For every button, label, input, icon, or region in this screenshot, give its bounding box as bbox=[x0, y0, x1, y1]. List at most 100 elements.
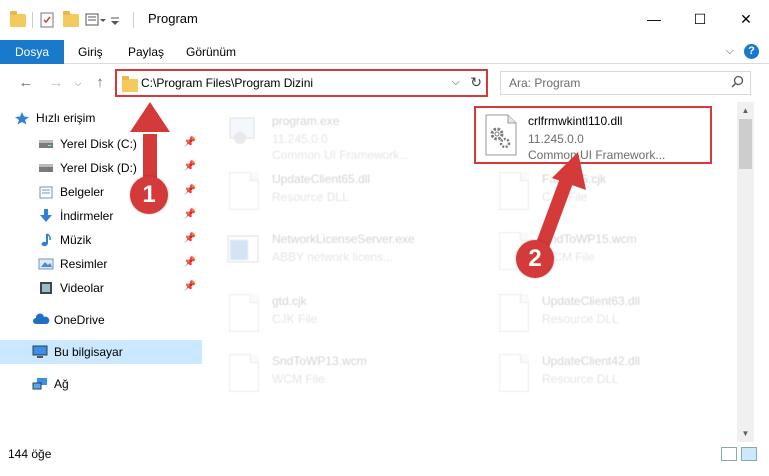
sidebar-item-network[interactable]: Ağ bbox=[0, 372, 202, 396]
exe-icon bbox=[226, 112, 262, 156]
help-icon[interactable]: ? bbox=[744, 44, 759, 59]
tiles-view-icon[interactable] bbox=[741, 447, 757, 461]
refresh-icon[interactable]: ↻ bbox=[470, 74, 482, 91]
view-toggle bbox=[721, 447, 757, 461]
cloud-icon bbox=[32, 313, 50, 327]
file-item[interactable]: Fasdsd5.cjk CJK File bbox=[476, 164, 716, 220]
tab-share[interactable]: Paylaş bbox=[118, 40, 174, 64]
highlighted-file[interactable]: crlfrmwkintl110.dll 11.245.0.0 Common UI… bbox=[474, 106, 712, 164]
file-name: SndToWP15.wcm bbox=[542, 232, 637, 246]
folder-icon bbox=[10, 10, 26, 27]
navigation-pane: Hızlı erişim Yerel Disk (C:) 📌 Yerel Dis… bbox=[0, 102, 206, 452]
separator bbox=[133, 12, 134, 28]
sidebar-item-downloads[interactable]: İndirmeler 📌 bbox=[0, 204, 202, 228]
drive-icon bbox=[38, 161, 54, 175]
computer-icon bbox=[32, 345, 48, 359]
file-name: NetworkLicenseServer.exe bbox=[272, 232, 415, 246]
pin-icon[interactable]: 📌 bbox=[184, 185, 196, 196]
file-name: crlfrmwkintl110.dll bbox=[528, 114, 623, 128]
sidebar-item-onedrive[interactable]: OneDrive bbox=[0, 308, 202, 332]
item-count: 144 öğe bbox=[8, 447, 52, 461]
sidebar-item-label: Resimler bbox=[60, 257, 108, 271]
sidebar-item-videos[interactable]: Videolar 📌 bbox=[0, 276, 202, 300]
file-item[interactable]: UpdateClient42.dll Resource DLL bbox=[476, 346, 716, 402]
recent-locations-icon[interactable]: ⌵ bbox=[68, 73, 88, 93]
dll-icon bbox=[496, 292, 532, 336]
file-type: Resource DLL bbox=[542, 312, 619, 326]
address-dropdown-icon[interactable]: ⌵ bbox=[452, 76, 460, 89]
scroll-down-icon[interactable]: ▼ bbox=[737, 425, 754, 442]
file-item[interactable]: gtd.cjk CJK File bbox=[206, 286, 446, 342]
file-item[interactable]: UpdateClient63.dll Resource DLL bbox=[476, 286, 716, 342]
pin-icon[interactable]: 📌 bbox=[184, 161, 196, 172]
star-icon bbox=[14, 111, 30, 125]
file-icon bbox=[226, 292, 262, 336]
view-options-icon[interactable] bbox=[85, 12, 106, 28]
ribbon-right-controls: ⌵ ? bbox=[726, 44, 759, 59]
close-button[interactable]: ✕ bbox=[723, 0, 769, 38]
file-type: WCM File bbox=[272, 372, 325, 386]
sidebar-item-label: Ağ bbox=[54, 377, 69, 391]
pin-icon[interactable]: 📌 bbox=[184, 233, 196, 244]
network-icon bbox=[32, 377, 48, 391]
new-folder-icon[interactable] bbox=[63, 10, 79, 27]
pin-icon[interactable]: 📌 bbox=[184, 209, 196, 220]
window-controls: — ☐ ✕ bbox=[631, 0, 769, 38]
scroll-up-icon[interactable]: ▲ bbox=[737, 102, 754, 119]
pin-icon[interactable]: 📌 bbox=[184, 281, 196, 292]
address-bar[interactable]: C:\Program Files\Program Dizini ⌵ ↻ bbox=[115, 69, 488, 97]
dll-gear-icon bbox=[484, 114, 520, 158]
file-version: 11.245.0.0 bbox=[272, 132, 328, 146]
window-title: Program bbox=[148, 11, 198, 26]
ribbon-tabs: Dosya Giriş Paylaş Görünüm ⌵ ? bbox=[0, 40, 769, 64]
file-name: Fasdsd5.cjk bbox=[542, 172, 607, 186]
music-icon bbox=[38, 233, 54, 247]
tab-home[interactable]: Giriş bbox=[68, 40, 113, 64]
customize-toolbar-icon[interactable] bbox=[109, 12, 127, 28]
sidebar-item-music[interactable]: Müzik 📌 bbox=[0, 228, 202, 252]
sidebar-item-pictures[interactable]: Resimler 📌 bbox=[0, 252, 202, 276]
sidebar-item-this-pc[interactable]: Bu bilgisayar bbox=[0, 340, 202, 364]
tab-view[interactable]: Görünüm bbox=[176, 40, 246, 64]
search-icon[interactable] bbox=[731, 75, 744, 91]
file-description: Common UI Framework... bbox=[528, 148, 666, 162]
vertical-scrollbar[interactable]: ▲ ▼ bbox=[737, 102, 754, 442]
details-view-icon[interactable] bbox=[721, 447, 737, 461]
title-bar: Program — ☐ ✕ bbox=[0, 0, 769, 38]
sidebar-item-label: Yerel Disk (C:) bbox=[60, 137, 137, 151]
scroll-thumb[interactable] bbox=[739, 119, 752, 169]
drive-icon bbox=[38, 137, 54, 151]
pin-icon[interactable]: 📌 bbox=[184, 257, 196, 268]
back-icon[interactable]: ← bbox=[16, 73, 36, 93]
search-input[interactable]: Ara: Program bbox=[509, 76, 580, 90]
sidebar-item-label: Müzik bbox=[60, 233, 92, 247]
address-path[interactable]: C:\Program Files\Program Dizini bbox=[141, 76, 313, 90]
dll-icon bbox=[496, 352, 532, 396]
sidebar-item-label: Belgeler bbox=[60, 185, 105, 199]
file-item[interactable]: UpdateClient65.dll Resource DLL bbox=[206, 164, 446, 220]
file-type: CJK File bbox=[272, 312, 318, 326]
quick-access-toolbar bbox=[10, 10, 134, 28]
search-box[interactable]: Ara: Program bbox=[500, 71, 751, 95]
sidebar-item-quick-access[interactable]: Hızlı erişim bbox=[0, 106, 202, 130]
file-item[interactable]: NetworkLicenseServer.exe ABBY network li… bbox=[206, 224, 446, 280]
pin-icon[interactable]: 📌 bbox=[184, 137, 196, 148]
properties-icon[interactable] bbox=[39, 12, 57, 28]
tab-file[interactable]: Dosya bbox=[0, 40, 64, 64]
sidebar-item-label: Yerel Disk (D:) bbox=[60, 161, 137, 175]
minimize-button[interactable]: — bbox=[631, 0, 677, 38]
file-item[interactable]: program.exe 11.245.0.0 Common UI Framewo… bbox=[206, 106, 446, 162]
sidebar-item-label: Hızlı erişim bbox=[36, 111, 96, 125]
maximize-button[interactable]: ☐ bbox=[677, 0, 723, 38]
forward-icon[interactable]: → bbox=[46, 73, 66, 93]
sidebar-item-local-disk-c[interactable]: Yerel Disk (C:) 📌 bbox=[0, 132, 202, 156]
sidebar-item-documents[interactable]: Belgeler 📌 bbox=[0, 180, 202, 204]
file-item[interactable]: SndToWP15.wcm WCM File bbox=[476, 224, 716, 280]
file-name: UpdateClient63.dll bbox=[542, 294, 641, 308]
up-icon[interactable]: ↑ bbox=[90, 73, 110, 93]
sidebar-item-label: İndirmeler bbox=[60, 209, 114, 223]
expand-ribbon-icon[interactable]: ⌵ bbox=[726, 45, 734, 58]
folder-icon bbox=[122, 76, 138, 92]
file-item[interactable]: SndToWP13.wcm WCM File bbox=[206, 346, 446, 402]
sidebar-item-local-disk-d[interactable]: Yerel Disk (D:) 📌 bbox=[0, 156, 202, 180]
